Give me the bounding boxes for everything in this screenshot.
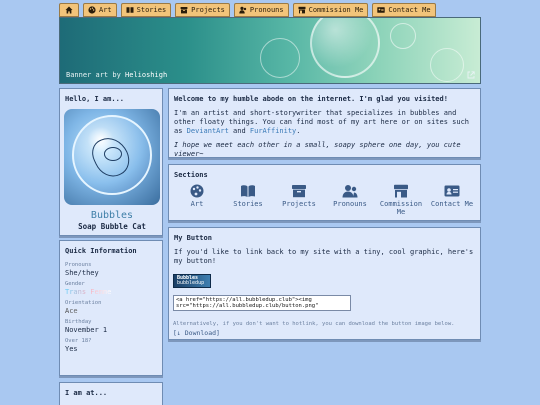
nav-home[interactable] [59, 3, 79, 17]
banner-bubble [430, 48, 464, 82]
info-key: Gender [65, 281, 85, 287]
location-card: I am at... [59, 382, 163, 405]
people-icon [342, 185, 358, 198]
banner-bubble [310, 18, 380, 78]
nav-projects[interactable]: Projects [175, 3, 230, 17]
palette-icon [190, 184, 204, 198]
quick-info-card: Quick Information Pronouns She/they Gend… [59, 240, 163, 376]
info-key: Birthday [65, 319, 92, 325]
info-key: Orientation [65, 300, 102, 306]
external-link-icon[interactable] [467, 71, 475, 79]
banner-bubble [260, 38, 300, 78]
banner-credit-prefix: Banner art by [66, 71, 121, 79]
profile-heading: Hello, I am... [65, 95, 125, 103]
book-icon [241, 185, 255, 197]
nav-label: Stories [136, 6, 167, 14]
and-text: and [233, 127, 246, 135]
welcome-card: Welcome to my humble abode on the intern… [168, 88, 481, 158]
site-button-image[interactable]: Bubbles bubbledup [173, 274, 211, 288]
hotlink-note: Alternatively, if you don't want to hotl… [173, 321, 455, 327]
people-icon [239, 6, 247, 14]
store-icon [298, 6, 306, 14]
sections-heading: Sections [174, 171, 208, 179]
nav-label: Commission Me [308, 6, 364, 14]
quick-info-list: Pronouns She/they Gender Trans Femme Ori… [60, 262, 162, 353]
nav-contact[interactable]: Contact Me [372, 3, 436, 17]
avatar [64, 109, 160, 205]
section-label: Art [190, 200, 204, 208]
section-contact[interactable]: Contact Me [428, 184, 476, 216]
banner-credit: Banner art by Helioshigh [66, 71, 167, 79]
cat-figure-detail [104, 147, 122, 161]
section-label: Pronouns [333, 200, 367, 208]
info-value: Yes [65, 345, 78, 353]
banner: Banner art by Helioshigh [59, 17, 481, 84]
welcome-wish: I hope we meet each other in a small, so… [174, 141, 461, 158]
profile-subtitle: Soap Bubble Cat [78, 222, 146, 231]
nav-pronouns[interactable]: Pronouns [233, 3, 289, 17]
embed-code-field[interactable]: <a href="https://all.bubbledup.club"><im… [173, 295, 351, 311]
book-icon [126, 7, 134, 13]
banner-credit-name[interactable]: Helioshigh [125, 71, 167, 79]
my-button-heading: My Button [174, 234, 212, 242]
top-nav: Art Stories Projects Pronouns Commission… [59, 3, 436, 17]
welcome-heading: Welcome to my humble abode on the intern… [174, 95, 448, 103]
section-art[interactable]: Art [173, 184, 221, 216]
section-label: Stories [233, 200, 263, 208]
nav-label: Projects [191, 6, 225, 14]
nav-stories[interactable]: Stories [120, 3, 172, 17]
profile-name: Bubbles [90, 210, 134, 221]
nav-label: Art [99, 6, 112, 14]
welcome-text-end: . [296, 127, 301, 135]
quick-info-heading: Quick Information [65, 247, 137, 255]
section-links: Art Stories Projects Pronouns Commission… [169, 182, 480, 216]
nav-label: Pronouns [249, 6, 284, 14]
section-projects[interactable]: Projects [275, 184, 323, 216]
site-button-image-line2: bubbledup [177, 280, 205, 286]
location-heading: I am at... [65, 389, 108, 397]
section-label: Projects [282, 200, 316, 208]
nav-art[interactable]: Art [83, 3, 117, 17]
box-icon [292, 185, 306, 198]
profile-card: Hello, I am... Bubbles Soap Bubble Cat [59, 88, 163, 236]
info-key: Pronouns [65, 262, 92, 268]
box-icon [180, 7, 188, 14]
deviantart-link[interactable]: DeviantArt [187, 127, 229, 135]
id-card-icon [444, 185, 460, 197]
home-icon [65, 6, 73, 14]
id-card-icon [377, 7, 386, 13]
section-commission[interactable]: Commission Me [377, 184, 425, 216]
info-value: November 1 [65, 326, 108, 334]
info-value-orientation: Ace [65, 307, 157, 315]
info-value: She/they [65, 269, 99, 277]
nav-commission[interactable]: Commission Me [292, 3, 369, 17]
download-link[interactable]: [↓ Download] [173, 329, 220, 337]
furaffinity-link[interactable]: FurAffinity [250, 127, 296, 135]
info-value-gender: Trans Femme [65, 288, 157, 296]
banner-bubble [390, 23, 416, 49]
my-button-text: If you'd like to link back to my site wi… [174, 248, 474, 265]
palette-icon [88, 6, 96, 14]
section-stories[interactable]: Stories [224, 184, 272, 216]
welcome-text: I'm an artist and short-storywriter that… [169, 109, 480, 136]
nav-label: Contact Me [388, 6, 431, 14]
store-icon [394, 184, 408, 198]
section-label: Commission Me [379, 200, 423, 216]
sections-card: Sections Art Stories Projects Pronouns C… [168, 164, 481, 221]
my-button-card: My Button If you'd like to link back to … [168, 227, 481, 340]
section-pronouns[interactable]: Pronouns [326, 184, 374, 216]
section-label: Contact Me [430, 200, 474, 208]
info-key: Over 18? [65, 338, 92, 344]
